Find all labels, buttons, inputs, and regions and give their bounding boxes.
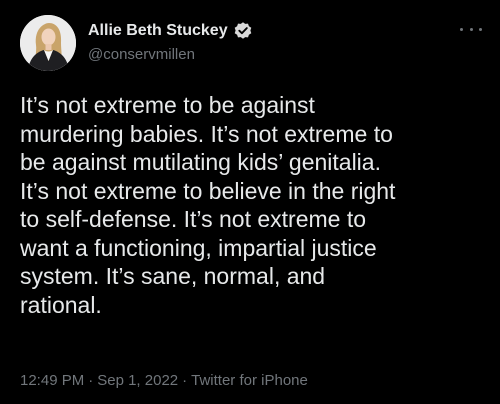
tweet-metadata: 12:49 PM · Sep 1, 2022 · Twitter for iPhone — [20, 372, 308, 389]
tweet-text-line: be against mutilating kids’ genitalia. — [20, 149, 381, 175]
tweet-text-line: system. It’s sane, normal, and — [20, 263, 326, 289]
tweet-date[interactable]: Sep 1, 2022 — [97, 372, 178, 389]
tweet-text: It’s not extreme to be against murdering… — [20, 91, 490, 319]
profile-photo-icon — [20, 15, 76, 71]
display-name[interactable]: Allie Beth Stuckey — [88, 22, 228, 40]
tweet-source[interactable]: Twitter for iPhone — [191, 372, 308, 389]
author-handle[interactable]: @conservmillen — [88, 46, 195, 63]
tweet-card: Allie Beth Stuckey @conservmillen It’s n… — [0, 0, 500, 404]
verified-badge-icon — [233, 21, 253, 41]
meta-separator: · — [182, 372, 188, 389]
tweet-text-line: rational. — [20, 291, 102, 318]
more-options-icon[interactable] — [460, 22, 482, 36]
meta-separator: · — [88, 372, 94, 389]
tweet-text-line: want a functioning, impartial justice — [20, 234, 377, 261]
avatar[interactable] — [20, 15, 76, 71]
more-dot — [479, 27, 482, 31]
more-dot — [469, 27, 473, 31]
more-dot — [460, 27, 463, 31]
tweet-time[interactable]: 12:49 PM — [20, 372, 84, 389]
tweet-text-line: murdering babies. It’s not extreme to — [20, 120, 393, 147]
tweet-text-line: It’s not extreme to be against — [20, 92, 315, 118]
tweet-text-line: It’s not extreme to believe in the right — [20, 177, 396, 204]
tweet-text-line: to self-defense. It’s not extreme to — [20, 206, 367, 232]
author-name-row: Allie Beth Stuckey — [88, 20, 253, 42]
